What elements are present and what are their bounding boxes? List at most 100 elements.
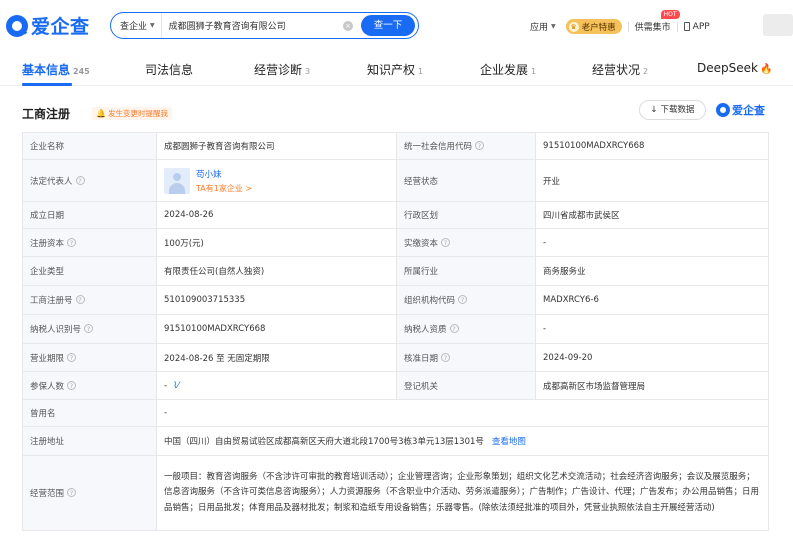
tab-label: 经营诊断: [254, 63, 303, 77]
tab-count: 1: [418, 67, 424, 76]
phone-icon: [683, 22, 690, 31]
legal-rep-companies-link[interactable]: TA有1家企业 >: [196, 183, 252, 194]
help-icon[interactable]: ?: [458, 295, 468, 304]
logo-text: 爱企查: [31, 16, 90, 38]
former-name-label: 曾用名: [22, 399, 157, 427]
help-icon[interactable]: ?: [84, 324, 94, 333]
hot-badge: HOT: [660, 10, 680, 19]
help-icon[interactable]: ?: [441, 237, 451, 247]
tax-qual-label: 纳税人资质?: [396, 314, 536, 344]
trend-chart-icon[interactable]: ⌇⁄: [173, 381, 179, 391]
search-input[interactable]: [161, 20, 343, 31]
scope-label: 经营范围?: [22, 455, 157, 531]
company-type-value: 有限责任公司(自然人独资): [156, 256, 397, 286]
tax-qual-value: -: [535, 314, 769, 344]
logo[interactable]: 爱企查: [6, 12, 90, 39]
industry-value: 商务服务业: [535, 256, 769, 286]
table-row: 参保人数? - ⌇⁄ 登记机关 成都高新区市场监督管理局: [22, 371, 769, 400]
search-bar: 查企业 ▼ × 查一下: [110, 12, 419, 39]
crown-icon: ♛: [568, 21, 579, 32]
paid-capital-label: 实缴资本?: [396, 228, 536, 257]
company-name-label: 企业名称: [22, 132, 157, 160]
user-avatar[interactable]: [763, 14, 793, 36]
clear-icon[interactable]: ×: [343, 20, 353, 31]
tab-basic-info[interactable]: 基本信息 245: [22, 61, 90, 78]
top-header: 爱企查 查企业 ▼ × 查一下 应用 ▼ ♛ 老户特惠 供需集市 HOT APP: [0, 0, 793, 50]
table-row: 工商注册号? 510109003715335 组织机构代码? MADXRCY6-…: [22, 285, 769, 315]
brand-watermark: 爱企查: [716, 102, 765, 118]
authority-label: 登记机关: [396, 371, 536, 400]
table-row: 成立日期 2024-08-26 行政区划 四川省成都市武侯区: [22, 201, 769, 229]
tab-label: DeepSeek: [697, 61, 758, 75]
nav-supply-market[interactable]: 供需集市 HOT: [634, 10, 680, 33]
table-row: 企业名称 成都圆狮子教育咨询有限公司 统一社会信用代码? 91510100MAD…: [22, 132, 769, 160]
address-label: 注册地址: [22, 426, 157, 456]
term-value: 2024-08-26 至 无固定期限: [156, 343, 397, 372]
tab-operating-status[interactable]: 经营状况 2: [592, 61, 648, 78]
insured-cell: - ⌇⁄: [156, 371, 397, 400]
tab-label: 经营状况: [592, 63, 641, 77]
business-info-table: 企业名称 成都圆狮子教育咨询有限公司 统一社会信用代码? 91510100MAD…: [22, 132, 769, 531]
help-icon[interactable]: ?: [67, 488, 77, 497]
tab-development[interactable]: 企业发展 1: [480, 61, 536, 78]
approve-date-label: 核准日期?: [396, 343, 536, 372]
nav-apps[interactable]: 应用 ▼: [530, 20, 556, 33]
bell-icon: 🔔: [96, 109, 106, 118]
table-row: 纳税人识别号? 91510100MADXRCY668 纳税人资质? -: [22, 314, 769, 344]
legal-rep-label: 法定代表人?: [22, 159, 157, 202]
caret-down-icon: ▼: [551, 23, 556, 30]
tab-deepseek[interactable]: DeepSeek 🔥: [697, 61, 772, 75]
tab-judicial-info[interactable]: 司法信息: [145, 61, 193, 78]
help-icon[interactable]: ?: [75, 295, 85, 304]
tab-count: 245: [73, 67, 90, 76]
status-label: 经营状态: [396, 159, 536, 202]
view-map-link[interactable]: 查看地图: [492, 437, 526, 447]
caret-down-icon: ▼: [150, 22, 155, 29]
change-alert-button[interactable]: 🔔 发生变更时提醒我: [92, 107, 172, 120]
region-value: 四川省成都市武侯区: [535, 201, 769, 229]
vip-offer-button[interactable]: ♛ 老户特惠: [565, 19, 622, 34]
help-icon[interactable]: ?: [67, 352, 77, 362]
tab-intellectual-property[interactable]: 知识产权 1: [367, 61, 423, 78]
tab-operation-diagnosis[interactable]: 经营诊断 3: [254, 61, 310, 78]
table-row: 营业期限? 2024-08-26 至 无固定期限 核准日期? 2024-09-2…: [22, 343, 769, 372]
legal-rep-name[interactable]: 苟小妹: [196, 168, 252, 180]
tab-count: 1: [531, 67, 537, 76]
nav-app-download[interactable]: APP: [683, 21, 710, 32]
nav-supply-label: 供需集市: [634, 23, 671, 33]
reg-capital-label: 注册资本?: [22, 228, 157, 257]
found-date-label: 成立日期: [22, 201, 157, 229]
search-type-dropdown[interactable]: 查企业 ▼: [111, 13, 162, 38]
company-name-value: 成都圆狮子教育咨询有限公司: [156, 132, 397, 160]
credit-code-label: 统一社会信用代码?: [396, 132, 536, 160]
help-icon[interactable]: ?: [475, 141, 485, 150]
credit-code-value: 91510100MADXRCY668: [535, 132, 769, 160]
reg-no-label: 工商注册号?: [22, 285, 157, 315]
nav-app-download-label: APP: [692, 21, 710, 32]
help-icon[interactable]: ?: [67, 237, 77, 247]
help-icon[interactable]: ?: [441, 352, 451, 362]
legal-rep-person[interactable]: 苟小妹 TA有1家企业 >: [164, 167, 389, 194]
brand-text: 爱企查: [732, 104, 765, 117]
search-button[interactable]: 查一下: [361, 15, 415, 36]
help-icon[interactable]: ?: [67, 380, 77, 390]
org-code-value: MADXRCY6-6: [535, 285, 769, 315]
help-icon[interactable]: ?: [449, 324, 459, 333]
logo-search-icon: [6, 14, 28, 37]
nav-divider: [676, 21, 678, 32]
legal-rep-cell: 苟小妹 TA有1家企业 >: [156, 159, 397, 202]
reg-no-value: 510109003715335: [156, 285, 397, 315]
insured-label: 参保人数?: [22, 371, 157, 400]
org-code-label: 组织机构代码?: [396, 285, 536, 315]
tab-count: 2: [643, 67, 649, 76]
company-type-label: 企业类型: [22, 256, 157, 286]
paid-capital-value: -: [535, 228, 769, 257]
download-data-button[interactable]: ↓ 下载数据: [639, 100, 706, 120]
help-icon[interactable]: ?: [75, 175, 85, 185]
address-value: 中国（四川）自由贸易试验区成都高新区天府大道北段1700号3栋3单元13层130…: [164, 437, 484, 447]
table-row: 企业类型 有限责任公司(自然人独资) 所属行业 商务服务业: [22, 256, 769, 286]
nav-apps-label: 应用: [530, 23, 549, 33]
tab-label: 知识产权: [367, 63, 416, 77]
table-row: 注册资本? 100万(元) 实缴资本? -: [22, 228, 769, 257]
term-label: 营业期限?: [22, 343, 157, 372]
